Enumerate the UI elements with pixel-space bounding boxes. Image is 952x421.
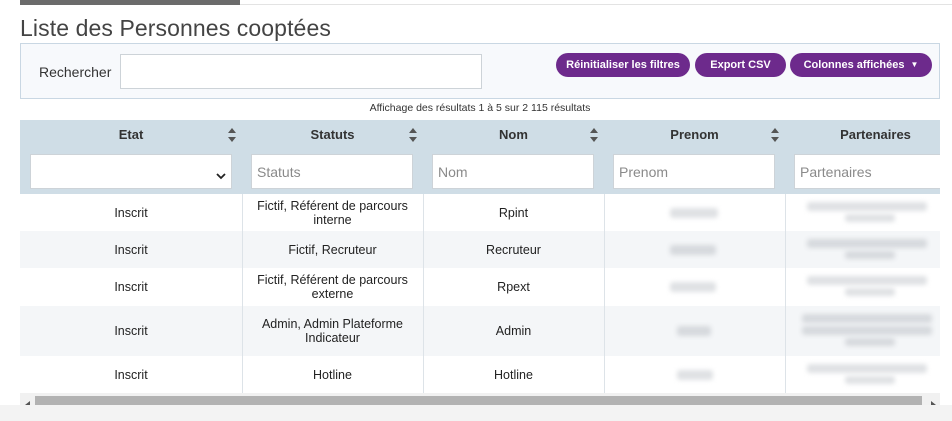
- cell-nom: Rpint: [498, 205, 529, 220]
- table-row[interactable]: Inscrit Admin, Admin Plateforme Indicate…: [20, 306, 940, 356]
- column-header-statuts[interactable]: Statuts: [242, 120, 423, 150]
- cell-statuts: Fictif, Référent de parcours interne: [257, 198, 408, 227]
- search-input[interactable]: [120, 54, 482, 89]
- cell-etat: Inscrit: [114, 367, 148, 382]
- redacted-prenom: [670, 282, 716, 292]
- redacted-partenaires: [845, 338, 895, 346]
- etat-filter-select[interactable]: [30, 154, 232, 189]
- table-row[interactable]: Inscrit Fictif, Recruteur Recruteur: [20, 231, 940, 268]
- column-label: Statuts: [310, 127, 355, 142]
- scrollbar-thumb[interactable]: [35, 396, 922, 405]
- redacted-prenom: [677, 326, 711, 336]
- sort-arrows-icon[interactable]: [771, 128, 779, 142]
- column-header-prenom[interactable]: Prenom: [604, 120, 785, 150]
- cell-statuts: Fictif, Recruteur: [288, 242, 377, 257]
- cell-statuts: Fictif, Référent de parcours externe: [257, 273, 408, 301]
- caret-down-icon: ▼: [910, 60, 919, 69]
- cell-statuts: Admin, Admin Plateforme Indicateur: [261, 317, 404, 345]
- columns-dropdown-button[interactable]: Colonnes affichées ▼: [790, 53, 932, 77]
- column-divider: [242, 194, 243, 393]
- sort-arrows-icon[interactable]: [228, 128, 236, 142]
- redacted-prenom: [670, 208, 718, 218]
- redacted-partenaires: [807, 239, 927, 248]
- page-footer-area: [0, 405, 952, 421]
- redacted-partenaires: [845, 288, 895, 296]
- cell-nom: Recruteur: [486, 242, 541, 257]
- column-divider: [423, 194, 424, 393]
- columns-button-label: Colonnes affichées: [803, 59, 905, 71]
- column-divider: [785, 194, 786, 393]
- filter-panel: Rechercher Réinitialiser les filtres Exp…: [20, 43, 940, 99]
- table-row[interactable]: Inscrit Hotline Hotline: [20, 356, 940, 393]
- statuts-filter-input[interactable]: [251, 154, 413, 189]
- table-row[interactable]: Inscrit Fictif, Référent de parcours ext…: [20, 268, 940, 306]
- export-csv-button[interactable]: Export CSV: [695, 53, 786, 77]
- redacted-partenaires: [845, 251, 895, 259]
- redacted-partenaires: [802, 314, 932, 323]
- column-header-partenaires[interactable]: Partenaires: [785, 120, 940, 150]
- column-label: Partenaires: [840, 127, 911, 142]
- table-header: Etat Statuts Nom Prenom Partenaires: [20, 120, 940, 194]
- table-row[interactable]: Inscrit Fictif, Référent de parcours int…: [20, 194, 940, 231]
- results-info: Affichage des résultats 1 à 5 sur 2 115 …: [369, 102, 591, 114]
- redacted-partenaires: [802, 326, 932, 335]
- redacted-partenaires: [845, 214, 895, 222]
- partenaires-filter-input[interactable]: [794, 154, 940, 189]
- column-header-etat[interactable]: Etat: [20, 120, 242, 150]
- column-label: Nom: [499, 127, 528, 142]
- page: Liste des Personnes cooptées Rechercher …: [0, 0, 952, 421]
- redacted-partenaires: [807, 276, 927, 285]
- redacted-partenaires: [807, 202, 927, 211]
- cell-nom: Hotline: [494, 367, 533, 382]
- redacted-partenaires: [845, 376, 895, 384]
- redacted-prenom: [670, 245, 716, 255]
- reset-filters-button[interactable]: Réinitialiser les filtres: [556, 53, 690, 77]
- cell-nom: Admin: [495, 324, 532, 338]
- nom-filter-input[interactable]: [432, 154, 594, 189]
- column-label: Prenom: [670, 127, 719, 142]
- prenom-filter-input[interactable]: [613, 154, 775, 189]
- cell-nom: Rpext: [497, 280, 530, 294]
- cell-statuts: Hotline: [313, 367, 352, 382]
- chevron-down-icon: [216, 167, 226, 185]
- column-header-nom[interactable]: Nom: [423, 120, 604, 150]
- tab-bar-divider: [240, 4, 952, 5]
- redacted-prenom: [677, 370, 713, 380]
- redacted-partenaires: [807, 364, 927, 373]
- sort-arrows-icon[interactable]: [590, 128, 598, 142]
- column-label: Etat: [118, 127, 144, 142]
- cell-etat: Inscrit: [114, 280, 148, 294]
- active-tab-indicator[interactable]: [20, 0, 240, 5]
- sort-arrows-icon[interactable]: [409, 128, 417, 142]
- cell-etat: Inscrit: [114, 324, 148, 338]
- results-table: Etat Statuts Nom Prenom Partenaires Insc…: [20, 120, 940, 393]
- cell-etat: Inscrit: [114, 242, 148, 257]
- column-divider: [604, 194, 605, 393]
- search-label: Rechercher: [39, 64, 112, 80]
- page-title: Liste des Personnes cooptées: [20, 15, 331, 41]
- cell-etat: Inscrit: [114, 205, 148, 220]
